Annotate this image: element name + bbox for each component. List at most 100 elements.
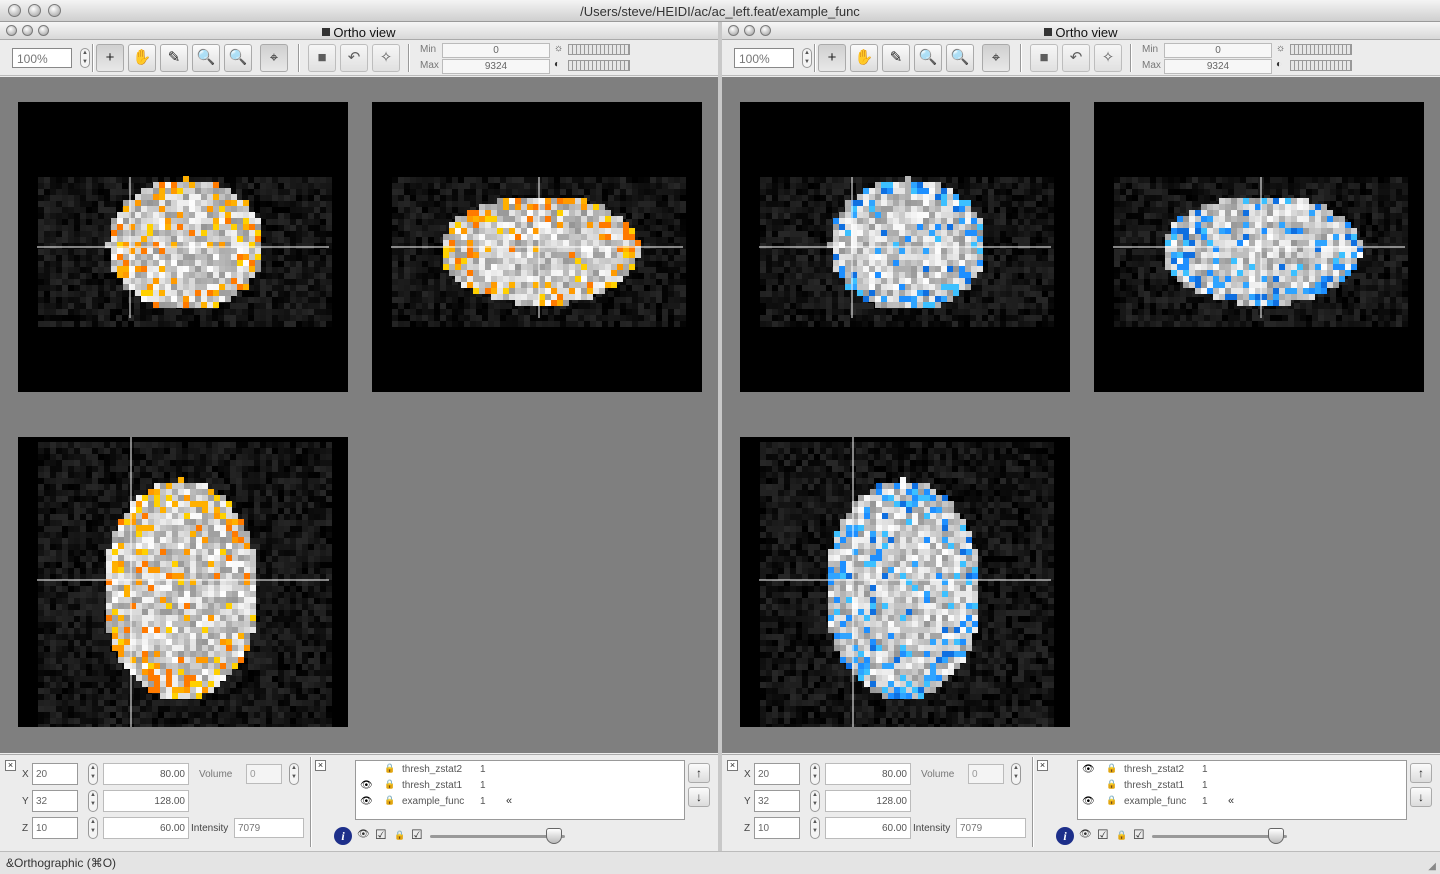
pencil-tool-button[interactable]: ✎ bbox=[160, 44, 188, 72]
lock-icon[interactable]: 🔒 bbox=[1106, 763, 1117, 774]
layer-row[interactable]: 👁 🔒 thresh_zstat2 1 bbox=[1078, 763, 1406, 779]
resize-grip-icon[interactable]: ◢ bbox=[1428, 861, 1436, 872]
magic-wand-button[interactable]: ✧ bbox=[1094, 44, 1122, 72]
layer-row[interactable]: 👁 🔒 thresh_zstat1 1 bbox=[356, 779, 684, 795]
move-layer-up-button[interactable]: ↑ bbox=[688, 763, 710, 783]
layer-row[interactable]: 🔒 thresh_zstat1 1 bbox=[1078, 779, 1406, 795]
z-voxel-field[interactable]: 10 bbox=[754, 817, 800, 839]
lock-icon[interactable]: 🔒 bbox=[394, 830, 405, 841]
checkbox-icon[interactable]: ☑ bbox=[1133, 827, 1145, 843]
x-stepper[interactable]: ▲ ▼ bbox=[810, 763, 820, 785]
volume-stepper[interactable]: ▲ ▼ bbox=[1011, 763, 1021, 785]
y-mm-field[interactable]: 128.00 bbox=[103, 790, 189, 812]
zoom-stepper[interactable]: ▲ ▼ bbox=[80, 48, 90, 68]
eye-icon[interactable]: 👁 bbox=[1079, 829, 1092, 840]
axial-view[interactable] bbox=[18, 437, 348, 727]
lock-icon[interactable]: 🔒 bbox=[384, 795, 395, 806]
volume-field[interactable]: 0 bbox=[246, 764, 282, 784]
z-voxel-field[interactable]: 10 bbox=[32, 817, 78, 839]
y-stepper[interactable]: ▲ ▼ bbox=[88, 790, 98, 812]
y-mm-field[interactable]: 128.00 bbox=[825, 790, 911, 812]
locate-tool-button[interactable]: ⌖ bbox=[982, 44, 1010, 72]
undo-button[interactable]: ↶ bbox=[340, 44, 368, 72]
x-voxel-field[interactable]: 20 bbox=[754, 763, 800, 785]
layer-name: thresh_zstat1 bbox=[1124, 780, 1185, 791]
undo-button[interactable]: ↶ bbox=[1062, 44, 1090, 72]
z-stepper[interactable]: ▲ ▼ bbox=[810, 817, 820, 839]
move-layer-down-button[interactable]: ↓ bbox=[688, 787, 710, 807]
close-layer-panel-button[interactable]: × bbox=[1037, 760, 1048, 771]
contrast-slider[interactable] bbox=[1290, 60, 1352, 71]
stop-button[interactable]: ■ bbox=[1030, 44, 1058, 72]
sagittal-view[interactable] bbox=[372, 102, 702, 392]
move-layer-up-button[interactable]: ↑ bbox=[1410, 763, 1432, 783]
brightness-slider[interactable] bbox=[1290, 44, 1352, 55]
min-field[interactable]: 0 bbox=[1164, 43, 1272, 58]
zoom-field[interactable]: 100% bbox=[12, 48, 72, 68]
max-field[interactable]: 9324 bbox=[442, 59, 550, 74]
z-mm-field[interactable]: 60.00 bbox=[103, 817, 189, 839]
layer-row[interactable]: 🔒 thresh_zstat2 1 bbox=[356, 763, 684, 779]
min-field[interactable]: 0 bbox=[442, 43, 550, 58]
x-voxel-field[interactable]: 20 bbox=[32, 763, 78, 785]
visibility-eye-icon[interactable]: 👁 bbox=[1082, 764, 1095, 775]
lock-icon[interactable]: 🔒 bbox=[1106, 795, 1117, 806]
y-voxel-field[interactable]: 32 bbox=[754, 790, 800, 812]
lock-icon[interactable]: 🔒 bbox=[384, 763, 395, 774]
visibility-eye-icon[interactable]: 👁 bbox=[360, 780, 373, 791]
coronal-view[interactable] bbox=[18, 102, 348, 392]
opacity-slider-thumb[interactable] bbox=[546, 828, 562, 844]
locate-tool-button[interactable]: ⌖ bbox=[260, 44, 288, 72]
x-mm-field[interactable]: 80.00 bbox=[825, 763, 911, 785]
x-mm-field[interactable]: 80.00 bbox=[103, 763, 189, 785]
volume-stepper[interactable]: ▲ ▼ bbox=[289, 763, 299, 785]
zoom-tool-button[interactable]: 🔍 bbox=[914, 44, 942, 72]
checkbox-icon[interactable]: ☑ bbox=[1097, 827, 1109, 843]
pan-tool-button[interactable]: ✋ bbox=[850, 44, 878, 72]
axial-view[interactable] bbox=[740, 437, 1070, 727]
crosshair-tool-button[interactable]: + bbox=[818, 44, 846, 72]
pencil-tool-button[interactable]: ✎ bbox=[882, 44, 910, 72]
y-stepper[interactable]: ▲ ▼ bbox=[810, 790, 820, 812]
zoom-stepper[interactable]: ▲ ▼ bbox=[802, 48, 812, 68]
crosshair-tool-button[interactable]: + bbox=[96, 44, 124, 72]
contrast-slider[interactable] bbox=[568, 60, 630, 71]
zoom-out-tool-button[interactable]: 🔍 bbox=[224, 44, 252, 72]
close-coord-panel-button[interactable]: × bbox=[727, 760, 738, 771]
zoom-out-tool-button[interactable]: 🔍 bbox=[946, 44, 974, 72]
opacity-slider-thumb[interactable] bbox=[1268, 828, 1284, 844]
pane-title: Ortho view bbox=[722, 25, 1440, 40]
visibility-eye-icon[interactable]: 👁 bbox=[1082, 796, 1095, 807]
layer-row[interactable]: 👁 🔒 example_func 1 « bbox=[1078, 795, 1406, 811]
zoom-tool-button[interactable]: 🔍 bbox=[192, 44, 220, 72]
move-layer-down-button[interactable]: ↓ bbox=[1410, 787, 1432, 807]
brightness-slider[interactable] bbox=[568, 44, 630, 55]
magic-wand-button[interactable]: ✧ bbox=[372, 44, 400, 72]
info-button[interactable]: i bbox=[334, 827, 352, 845]
opacity-slider-track[interactable] bbox=[430, 835, 565, 838]
max-label: Max bbox=[1142, 60, 1161, 71]
checkbox-icon[interactable]: ☑ bbox=[375, 827, 387, 843]
z-mm-field[interactable]: 60.00 bbox=[825, 817, 911, 839]
lock-icon[interactable]: 🔒 bbox=[384, 779, 395, 790]
eye-icon[interactable]: 👁 bbox=[357, 829, 370, 840]
volume-field[interactable]: 0 bbox=[968, 764, 1004, 784]
close-coord-panel-button[interactable]: × bbox=[5, 760, 16, 771]
layer-row[interactable]: 👁 🔒 example_func 1 « bbox=[356, 795, 684, 811]
opacity-slider-track[interactable] bbox=[1152, 835, 1287, 838]
lock-icon[interactable]: 🔒 bbox=[1116, 830, 1127, 841]
lock-icon[interactable]: 🔒 bbox=[1106, 779, 1117, 790]
visibility-eye-icon[interactable]: 👁 bbox=[360, 796, 373, 807]
info-button[interactable]: i bbox=[1056, 827, 1074, 845]
checkbox-icon[interactable]: ☑ bbox=[411, 827, 423, 843]
coronal-view[interactable] bbox=[740, 102, 1070, 392]
max-field[interactable]: 9324 bbox=[1164, 59, 1272, 74]
z-stepper[interactable]: ▲ ▼ bbox=[88, 817, 98, 839]
zoom-field[interactable]: 100% bbox=[734, 48, 794, 68]
stop-button[interactable]: ■ bbox=[308, 44, 336, 72]
pan-tool-button[interactable]: ✋ bbox=[128, 44, 156, 72]
x-stepper[interactable]: ▲ ▼ bbox=[88, 763, 98, 785]
close-layer-panel-button[interactable]: × bbox=[315, 760, 326, 771]
sagittal-view[interactable] bbox=[1094, 102, 1424, 392]
y-voxel-field[interactable]: 32 bbox=[32, 790, 78, 812]
